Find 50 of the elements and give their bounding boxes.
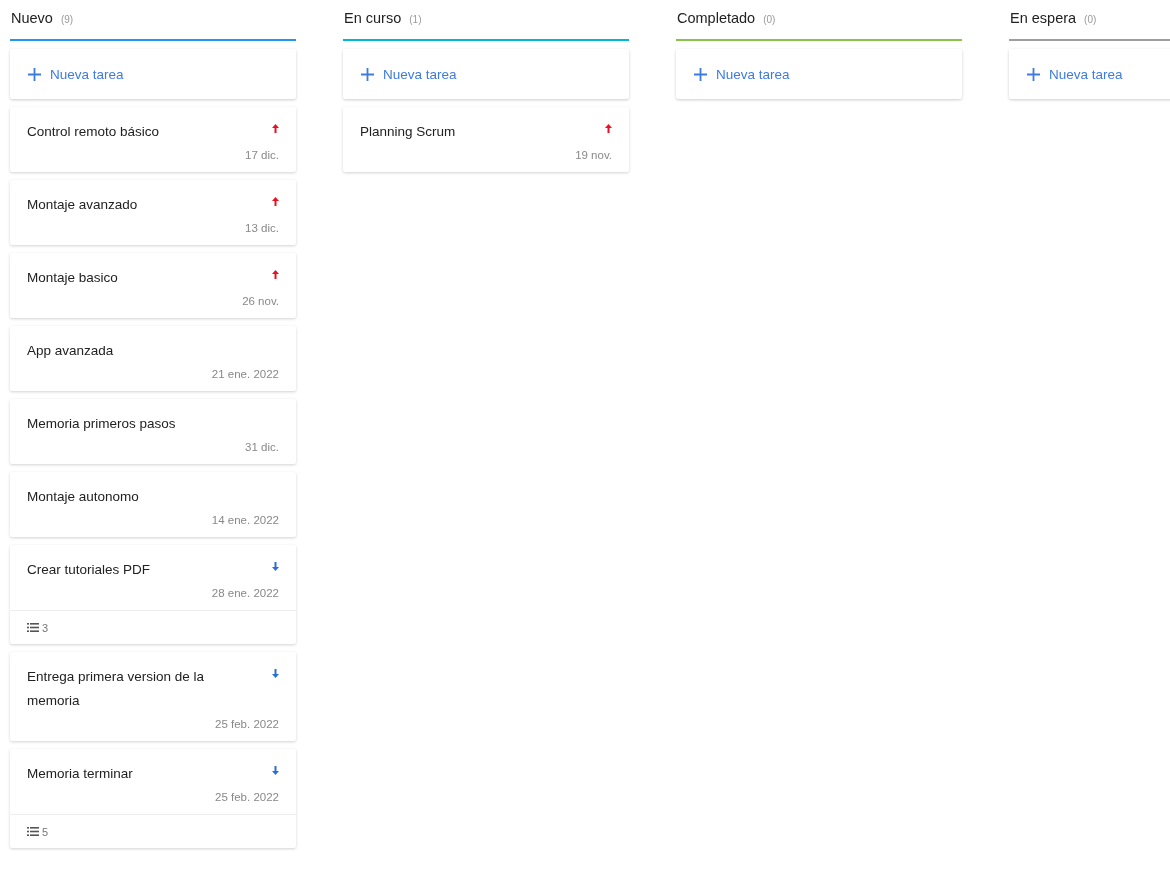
task-title: Memoria terminar (27, 765, 133, 783)
column-title: En espera (1010, 10, 1077, 26)
checklist-count: 5 (42, 825, 49, 838)
due-date: 26 nov. (242, 295, 279, 307)
new-task-button[interactable]: Nueva tarea (676, 49, 962, 99)
due-date: 25 feb. 2022 (215, 718, 279, 730)
task-card[interactable]: Entrega primera version de la memoria 25 feb. 2022 (10, 652, 296, 741)
task-title: App avanzada (27, 342, 114, 360)
due-date: 14 ene. 2022 (211, 514, 279, 526)
checklist-icon (27, 827, 39, 836)
task-count: (1) (409, 14, 422, 25)
column-title: Nuevo (11, 10, 53, 26)
due-date: 28 ene. 2022 (211, 587, 279, 599)
new-task-button[interactable]: Nueva tarea (343, 49, 629, 99)
task-title: Memoria primeros pasos (27, 415, 176, 433)
plus-icon (361, 67, 374, 81)
task-title: Control remoto básico (27, 123, 160, 141)
task-card[interactable]: Montaje autonomo 14 ene. 2022 (10, 472, 296, 537)
due-date: 19 nov. (575, 149, 612, 161)
task-title: Montaje avanzado (27, 196, 138, 214)
task-card[interactable]: Planning Scrum 19 nov. (343, 107, 629, 172)
task-card[interactable]: Montaje basico 26 nov. (10, 253, 296, 318)
task-card[interactable]: Crear tutoriales PDF 28 ene. 2022 3 (10, 545, 296, 644)
task-count: (0) (763, 14, 776, 25)
task-count: (9) (60, 14, 74, 25)
due-date: 25 feb. 2022 (215, 791, 279, 803)
task-title: Montaje basico (27, 269, 118, 287)
new-task-button[interactable]: Nueva tarea (1009, 49, 1170, 99)
checklist-icon (27, 623, 39, 632)
task-card[interactable]: Memoria primeros pasos 31 dic. (10, 399, 296, 464)
task-title: Entrega primera version de la memoria (27, 668, 206, 710)
due-date: 17 dic. (245, 149, 279, 161)
task-title: Crear tutoriales PDF (27, 561, 151, 579)
task-card[interactable]: Control remoto básico 17 dic. (10, 107, 296, 172)
plus-icon (694, 67, 707, 81)
new-task-button[interactable]: Nueva tarea (10, 49, 296, 99)
column-title: En curso (344, 10, 402, 26)
task-title: Planning Scrum (360, 123, 456, 141)
plus-icon (28, 67, 41, 81)
due-date: 21 ene. 2022 (211, 368, 279, 380)
column-title: Completado (677, 10, 756, 26)
checklist-count: 3 (42, 621, 49, 634)
task-card[interactable]: Memoria terminar 25 feb. 2022 5 (10, 749, 296, 848)
task-count: (0) (1084, 14, 1097, 25)
plus-icon (1027, 67, 1040, 81)
task-card[interactable]: Montaje avanzado 13 dic. (10, 180, 296, 245)
task-card[interactable]: App avanzada 21 ene. 2022 (10, 326, 296, 391)
task-title: Montaje autonomo (27, 488, 139, 506)
due-date: 13 dic. (245, 222, 279, 234)
due-date: 31 dic. (245, 441, 279, 453)
